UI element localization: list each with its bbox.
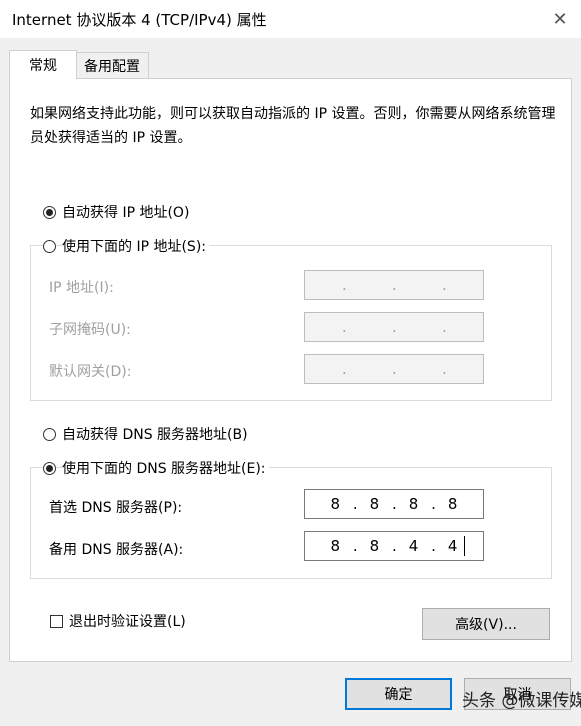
description-text: 如果网络支持此功能，则可以获取自动指派的 IP 设置。否则，你需要从网络系统管理… (30, 106, 556, 146)
auto-ip-option[interactable]: 自动获得 IP 地址(O) (43, 202, 193, 222)
gateway-field[interactable]: . . . (304, 354, 484, 384)
advanced-button-label: 高级(V)... (455, 617, 517, 633)
octet: 8 (330, 537, 341, 555)
ip-address-field[interactable]: . . . (304, 270, 484, 300)
close-icon: ✕ (552, 8, 568, 30)
manual-dns-option[interactable]: 使用下面的 DNS 服务器地址(E): (43, 458, 269, 478)
subnet-mask-field[interactable]: . . . (304, 312, 484, 342)
preferred-dns-label: 首选 DNS 服务器(P): (49, 500, 183, 516)
alternate-dns-label: 备用 DNS 服务器(A): (49, 542, 184, 558)
tab-alternate-config[interactable]: 备用配置 (75, 52, 149, 79)
tab-general[interactable]: 常规 (9, 50, 77, 79)
alternate-dns-field[interactable]: 8 . 8 . 4 . 4 (304, 531, 484, 561)
manual-dns-radio[interactable] (43, 461, 56, 475)
close-button[interactable]: ✕ (539, 0, 581, 38)
auto-ip-label: 自动获得 IP 地址(O) (62, 202, 193, 222)
text-caret (464, 536, 465, 556)
octet: 8 (447, 495, 458, 513)
advanced-button[interactable]: 高级(V)... (422, 608, 550, 640)
octet: 8 (330, 495, 341, 513)
auto-dns-radio[interactable] (43, 427, 56, 441)
ip-address-label: IP 地址(I): (49, 280, 114, 296)
octet: 8 (408, 495, 419, 513)
validate-checkbox[interactable] (50, 614, 63, 628)
watermark-text: 头条 @微课传媒 (462, 691, 581, 711)
radio-selected-dot (46, 464, 53, 472)
validate-option[interactable]: 退出时验证设置(L) (50, 611, 186, 631)
auto-ip-radio[interactable] (43, 205, 56, 219)
octet: 8 (369, 537, 380, 555)
radio-selected-dot (46, 208, 53, 216)
tab-label: 备用配置 (84, 59, 140, 75)
manual-ip-radio[interactable] (43, 239, 56, 253)
manual-ip-label: 使用下面的 IP 地址(S): (62, 236, 209, 256)
subnet-mask-label: 子网掩码(U): (49, 322, 131, 338)
gateway-label: 默认网关(D): (49, 364, 132, 380)
ok-button-label: 确定 (384, 687, 413, 703)
window-title: Internet 协议版本 4 (TCP/IPv4) 属性 (12, 11, 267, 29)
octet: 8 (369, 495, 380, 513)
preferred-dns-field[interactable]: 8 . 8 . 8 . 8 (304, 489, 484, 519)
octet: 4 (408, 537, 419, 555)
validate-label: 退出时验证设置(L) (69, 614, 186, 630)
ok-button[interactable]: 确定 (345, 678, 452, 710)
manual-ip-option[interactable]: 使用下面的 IP 地址(S): (43, 236, 209, 256)
auto-dns-label: 自动获得 DNS 服务器地址(B) (62, 424, 251, 444)
manual-dns-label: 使用下面的 DNS 服务器地址(E): (62, 458, 269, 478)
dns-settings-group (30, 467, 552, 579)
tab-label: 常规 (29, 58, 57, 74)
auto-dns-option[interactable]: 自动获得 DNS 服务器地址(B) (43, 424, 251, 444)
